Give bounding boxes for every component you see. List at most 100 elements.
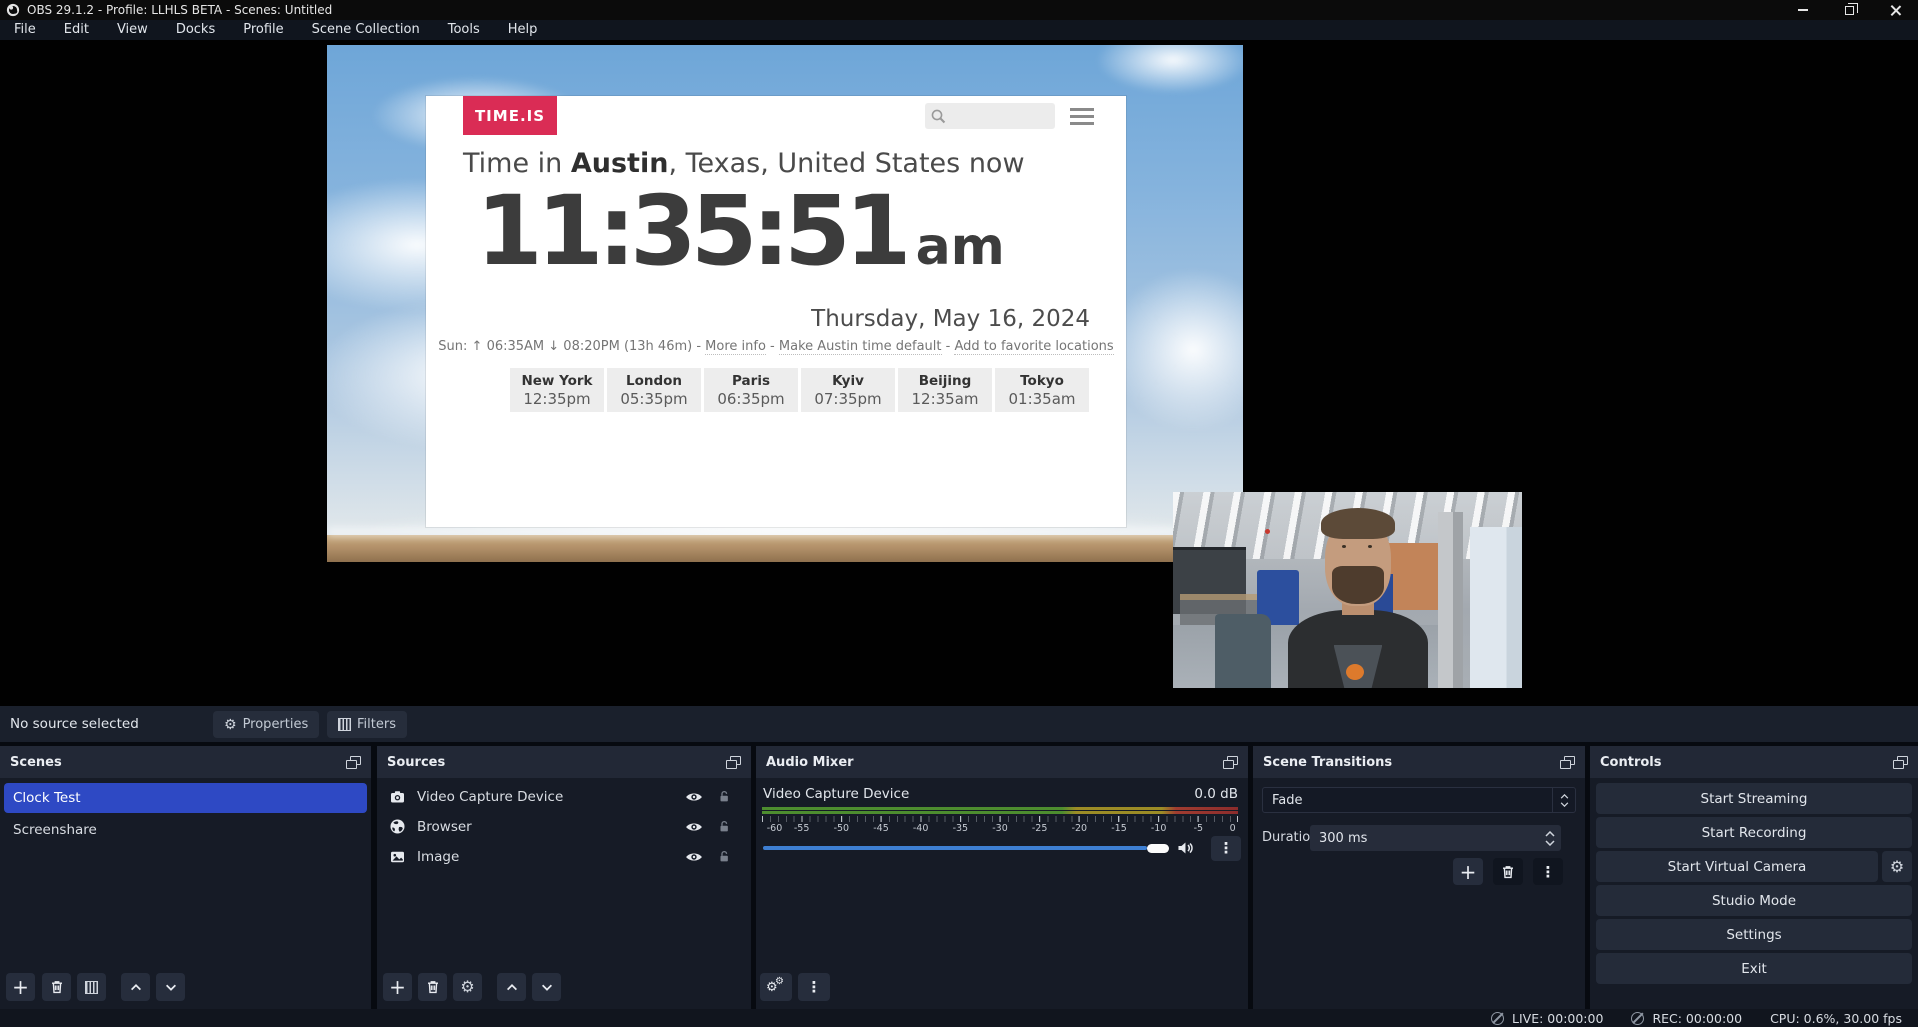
popout-icon[interactable] bbox=[346, 756, 361, 769]
audio-mixer-title: Audio Mixer bbox=[766, 755, 854, 770]
advanced-audio-button[interactable]: ⚙⚙ bbox=[760, 973, 792, 1001]
timeis-clock: 11:35:51 am bbox=[476, 174, 1096, 289]
double-gear-icon: ⚙⚙ bbox=[766, 978, 786, 996]
duration-spin-buttons[interactable] bbox=[1545, 831, 1555, 846]
source-item-video-capture[interactable]: Video Capture Device bbox=[377, 782, 751, 811]
remove-source-button[interactable] bbox=[418, 973, 447, 1001]
sources-dock: Sources Video Capture Device Browser Ima… bbox=[377, 746, 751, 1009]
combo-spin-buttons[interactable] bbox=[1552, 788, 1575, 812]
lock-icon[interactable] bbox=[717, 849, 731, 864]
visibility-eye-icon[interactable] bbox=[685, 850, 703, 864]
popout-icon[interactable] bbox=[726, 756, 741, 769]
world-clock-newyork: New York12:35pm bbox=[510, 368, 604, 412]
sources-title: Sources bbox=[387, 755, 445, 770]
start-streaming-button[interactable]: Start Streaming bbox=[1596, 783, 1912, 814]
mixer-menu-button[interactable]: ⋮ bbox=[798, 973, 830, 1001]
meter-tick-labels: -60 -55 -50 -45 -40 -35 -30 -25 -20 -15 … bbox=[762, 823, 1238, 834]
preview-canvas[interactable]: TIME.IS Time in Austin, Texas, United St… bbox=[0, 40, 1918, 706]
menu-profile[interactable]: Profile bbox=[229, 20, 297, 40]
minimize-button[interactable] bbox=[1780, 0, 1826, 20]
menu-edit[interactable]: Edit bbox=[50, 20, 103, 40]
context-bar: No source selected ⚙ Properties Filters bbox=[0, 706, 1918, 742]
hamburger-menu-icon bbox=[1070, 108, 1094, 125]
sun-info-line: Sun: ↑ 06:35AM ↓ 08:20PM (13h 46m) - Mor… bbox=[426, 339, 1126, 354]
remove-scene-button[interactable] bbox=[42, 973, 71, 1001]
source-selection-status: No source selected bbox=[10, 706, 139, 742]
controls-title: Controls bbox=[1600, 755, 1661, 770]
settings-button[interactable]: Settings bbox=[1596, 919, 1912, 950]
chevron-up-icon bbox=[1560, 794, 1569, 799]
menu-help[interactable]: Help bbox=[494, 20, 552, 40]
record-inactive-icon bbox=[1631, 1012, 1644, 1025]
popout-icon[interactable] bbox=[1223, 756, 1238, 769]
rec-status: REC: 00:00:00 bbox=[1631, 1011, 1742, 1026]
chevron-up-icon bbox=[129, 981, 143, 993]
browser-source[interactable]: TIME.IS Time in Austin, Texas, United St… bbox=[426, 96, 1126, 527]
scene-item-clock-test[interactable]: Clock Test bbox=[4, 783, 367, 813]
chevron-down-icon bbox=[164, 981, 178, 993]
scenes-dock: Scenes Clock Test Screenshare + bbox=[0, 746, 371, 1009]
scene-filters-button[interactable] bbox=[77, 973, 106, 1001]
transition-menu-button[interactable]: ⋮ bbox=[1533, 858, 1563, 885]
desert-ground bbox=[327, 535, 1243, 562]
plus-icon: + bbox=[12, 977, 29, 997]
world-clock-tokyo: Tokyo01:35am bbox=[995, 368, 1089, 412]
transitions-title: Scene Transitions bbox=[1263, 755, 1392, 770]
separator: - bbox=[766, 339, 779, 354]
lock-icon[interactable] bbox=[717, 789, 731, 804]
menu-scene-collection[interactable]: Scene Collection bbox=[298, 20, 434, 40]
add-source-button[interactable]: + bbox=[383, 973, 412, 1001]
properties-button[interactable]: ⚙ Properties bbox=[213, 711, 319, 738]
separator: - bbox=[942, 339, 955, 354]
gear-icon: ⚙ bbox=[460, 979, 474, 995]
lock-icon[interactable] bbox=[717, 819, 731, 834]
studio-mode-button[interactable]: Studio Mode bbox=[1596, 885, 1912, 916]
speaker-icon[interactable] bbox=[1176, 840, 1195, 856]
remove-transition-button[interactable] bbox=[1493, 858, 1523, 885]
world-clock-paris: Paris06:35pm bbox=[704, 368, 798, 412]
chevron-down-icon bbox=[1560, 802, 1569, 807]
trash-icon bbox=[49, 979, 65, 995]
source-properties-button[interactable]: ⚙ bbox=[453, 973, 482, 1001]
background-image-source[interactable]: TIME.IS Time in Austin, Texas, United St… bbox=[327, 45, 1243, 562]
menu-file[interactable]: File bbox=[0, 20, 50, 40]
volume-slider[interactable] bbox=[763, 843, 1167, 853]
filters-button[interactable]: Filters bbox=[327, 711, 407, 738]
visibility-eye-icon[interactable] bbox=[685, 820, 703, 834]
menu-docks[interactable]: Docks bbox=[162, 20, 229, 40]
volume-meter bbox=[762, 807, 1238, 814]
scene-item-screenshare[interactable]: Screenshare bbox=[0, 817, 371, 843]
source-item-browser[interactable]: Browser bbox=[377, 812, 751, 841]
move-source-down-button[interactable] bbox=[532, 973, 561, 1001]
timeis-logo: TIME.IS bbox=[463, 96, 557, 135]
visibility-eye-icon[interactable] bbox=[685, 790, 703, 804]
dock-area: Scenes Clock Test Screenshare + Sources … bbox=[0, 746, 1918, 1009]
gear-icon: ⚙ bbox=[1890, 859, 1904, 875]
clock-ampm: am bbox=[916, 217, 1005, 277]
duration-input[interactable]: 300 ms bbox=[1310, 825, 1561, 851]
menu-view[interactable]: View bbox=[103, 20, 162, 40]
move-scene-up-button[interactable] bbox=[121, 973, 150, 1001]
popout-icon[interactable] bbox=[1893, 756, 1908, 769]
move-scene-down-button[interactable] bbox=[156, 973, 185, 1001]
world-clock-beijing: Beijing12:35am bbox=[898, 368, 992, 412]
mixer-channel-menu-button[interactable]: ⋮ bbox=[1211, 836, 1241, 861]
webcam-source[interactable] bbox=[1173, 492, 1522, 688]
exit-button[interactable]: Exit bbox=[1596, 953, 1912, 984]
start-virtual-camera-button[interactable]: Start Virtual Camera bbox=[1596, 851, 1878, 882]
source-item-image[interactable]: Image bbox=[377, 842, 751, 871]
add-transition-button[interactable]: + bbox=[1453, 858, 1483, 885]
volume-slider-handle[interactable] bbox=[1147, 844, 1169, 853]
gear-icon: ⚙ bbox=[224, 718, 237, 732]
scenes-title: Scenes bbox=[10, 755, 62, 770]
close-button[interactable] bbox=[1872, 0, 1918, 20]
close-icon bbox=[1890, 5, 1901, 16]
add-scene-button[interactable]: + bbox=[6, 973, 35, 1001]
virtual-camera-settings-button[interactable]: ⚙ bbox=[1882, 851, 1912, 882]
move-source-up-button[interactable] bbox=[497, 973, 526, 1001]
start-recording-button[interactable]: Start Recording bbox=[1596, 817, 1912, 848]
popout-icon[interactable] bbox=[1560, 756, 1575, 769]
restore-button[interactable] bbox=[1826, 0, 1872, 20]
menu-tools[interactable]: Tools bbox=[434, 20, 494, 40]
transition-select[interactable]: Fade bbox=[1262, 787, 1576, 813]
